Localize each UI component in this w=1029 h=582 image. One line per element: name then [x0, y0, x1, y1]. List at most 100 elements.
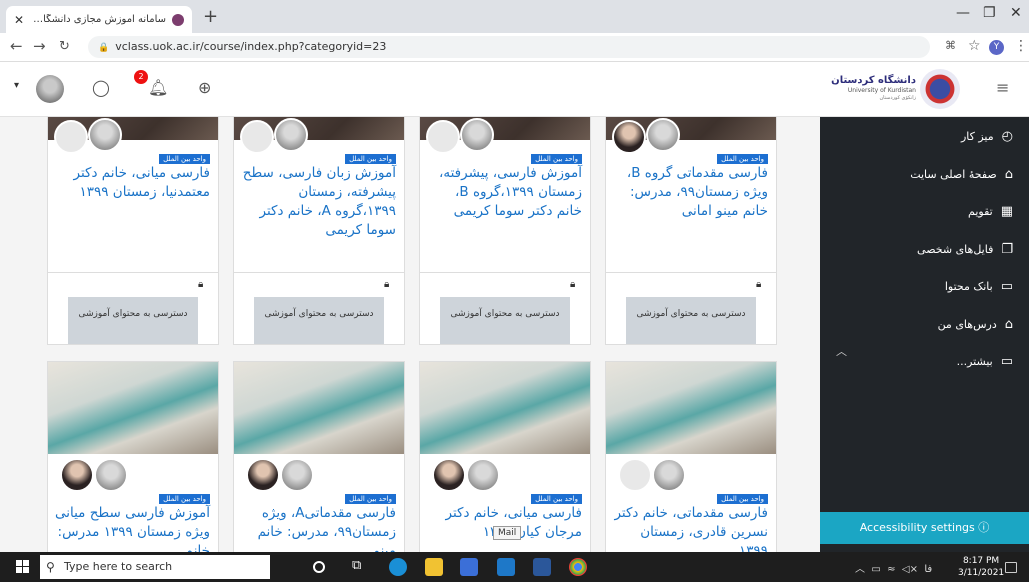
bookmark-star-icon[interactable]: ☆ — [968, 38, 981, 54]
course-card[interactable]: واحد بین الملل فارسی مقدماتی، خانم دکتر … — [605, 361, 777, 552]
university-seal-icon — [920, 69, 960, 109]
forward-icon[interactable]: → — [33, 37, 46, 55]
course-title-link[interactable]: آموزش فارسی سطح میانی ویژه زمستان ۱۳۹۹ م… — [54, 504, 210, 552]
address-toolbar: ← → ↻ 🔒 vclass.uok.ac.ir/course/index.php… — [0, 33, 1029, 62]
notifications-icon[interactable]: 🔔︎ — [148, 78, 168, 97]
user-avatar[interactable] — [36, 75, 64, 103]
course-title-link[interactable]: آموزش زبان فارسی، سطح پیشرفته، زمستان ۱۳… — [240, 164, 396, 240]
hamburger-menu-icon[interactable]: ≡ — [996, 78, 1009, 97]
windows-start-icon[interactable] — [16, 560, 29, 573]
store-icon[interactable] — [460, 558, 478, 576]
course-title-link[interactable]: فارسی مقدماتیA، ویژه زمستان۹۹، مدرس: خان… — [240, 504, 396, 552]
new-tab-button[interactable]: + — [203, 6, 218, 27]
teacher-avatar — [612, 120, 646, 154]
teacher-avatar — [646, 118, 680, 152]
sidebar-item-label: میز کار — [960, 130, 994, 143]
logo-title: دانشگاه کردستان — [831, 75, 916, 86]
word-icon[interactable] — [533, 558, 551, 576]
access-content-button[interactable]: دسترسی به محتوای آموزشی — [440, 297, 570, 344]
back-icon[interactable]: ← — [10, 37, 23, 55]
taskbar-clock[interactable]: 8:17 PM 3/11/2021 — [958, 555, 1004, 579]
task-view-icon[interactable]: ⧉ — [352, 558, 370, 576]
category-badge: واحد بین الملل — [717, 154, 768, 164]
file-explorer-icon[interactable] — [425, 558, 443, 576]
accessibility-settings-button[interactable]: Accessibility settings ⓘ — [820, 512, 1029, 544]
dashboard-icon: ◴ — [1001, 129, 1013, 144]
window-close-icon[interactable]: ✕ — [1010, 5, 1022, 21]
language-indicator[interactable]: فا — [924, 564, 932, 575]
course-card[interactable]: واحد بین الملل آموزش فارسی سطح میانی ویژ… — [47, 361, 219, 552]
padlock-icon: 🔒︎ — [756, 279, 762, 290]
restore-icon[interactable]: ❐ — [983, 5, 996, 21]
access-content-button[interactable]: دسترسی به محتوای آموزشی — [626, 297, 756, 344]
site-favicon-icon — [172, 13, 184, 26]
teacher-avatar — [94, 458, 128, 492]
site-header: ▾ ◯ 🔔︎ 2 ⊕ دانشگاه کردستان University of… — [0, 62, 1029, 117]
teacher-avatar — [54, 120, 88, 154]
minimize-icon[interactable]: — — [956, 5, 970, 21]
search-icon: ⚲ — [46, 560, 55, 574]
teacher-avatar — [618, 458, 652, 492]
system-tray[interactable]: ︿ ▭ ≈ ◁× فا — [855, 560, 932, 575]
sidebar-item-dashboard[interactable]: ◴ میز کار — [961, 129, 1013, 144]
course-image — [606, 362, 776, 454]
course-title-link[interactable]: فارسی مقدماتی گروه B، ویژه زمستان۹۹، مدر… — [612, 164, 768, 221]
course-card[interactable]: واحد بین الملل فارسی میانی، خانم دکتر مر… — [419, 361, 591, 552]
mail-icon[interactable] — [497, 558, 515, 576]
cortana-icon[interactable] — [313, 561, 325, 573]
course-card[interactable]: واحد بین الملل فارسی مقدماتیA، ویژه زمست… — [233, 361, 405, 552]
teacher-avatar — [246, 458, 280, 492]
sidebar-item-more[interactable]: ▭ بیشتر... — [957, 354, 1013, 369]
course-card[interactable]: واحد بین الملل آموزش فارسی، پیشرفته، زمس… — [419, 117, 591, 345]
url-field[interactable]: 🔒 vclass.uok.ac.ir/course/index.php?categ… — [88, 36, 930, 58]
category-badge: واحد بین الملل — [345, 154, 396, 164]
url-text: vclass.uok.ac.ir/course/index.php?catego… — [115, 40, 387, 53]
category-badge: واحد بین الملل — [531, 154, 582, 164]
taskbar-search-input[interactable]: ⚲ Type here to search — [40, 555, 270, 579]
messages-icon[interactable]: ◯ — [92, 78, 110, 97]
windows-taskbar: ⚲ Type here to search ⧉ ︿ ▭ ≈ ◁× فا 8:17… — [0, 552, 1029, 582]
chrome-icon[interactable] — [569, 558, 587, 576]
screen: { "browser": { "tab_title": "سامانه آموز… — [0, 0, 1029, 582]
sidebar-item-calendar[interactable]: ▦ تقویم — [968, 204, 1013, 219]
course-title-link[interactable]: فارسی میانی، خانم دکتر معتمدنیا، زمستان … — [54, 164, 210, 202]
sidebar-item-label: تقویم — [968, 205, 993, 218]
files-icon: ❐ — [1001, 242, 1013, 257]
reload-icon[interactable]: ↻ — [59, 39, 70, 54]
profile-avatar[interactable]: Y — [989, 40, 1004, 55]
course-footer: 🔒︎ دسترسی به محتوای آموزشی — [420, 272, 590, 344]
tab-close-icon[interactable]: ✕ — [14, 13, 24, 27]
university-logo[interactable]: دانشگاه کردستان University of Kurdistan … — [831, 69, 960, 109]
logo-subtitle: University of Kurdistan — [847, 87, 916, 94]
course-title-link[interactable]: فارسی مقدماتی، خانم دکتر نسرین قادری، زم… — [612, 504, 768, 552]
access-content-button[interactable]: دسترسی به محتوای آموزشی — [254, 297, 384, 344]
user-menu-caret-icon[interactable]: ▾ — [14, 80, 19, 91]
translate-icon[interactable]: ⌘ — [945, 39, 956, 52]
category-badge: واحد بین الملل — [717, 494, 768, 504]
padlock-icon: 🔒︎ — [384, 279, 390, 290]
edge-icon[interactable] — [389, 558, 407, 576]
sidebar-item-home[interactable]: ⌂ صفحهٔ اصلی سایت — [910, 167, 1013, 182]
action-center-icon[interactable] — [1005, 562, 1017, 573]
course-card[interactable]: واحد بین الملل فارسی میانی، خانم دکتر مع… — [47, 117, 219, 345]
course-title-link[interactable]: آموزش فارسی، پیشرفته، زمستان ۱۳۹۹،گروه B… — [426, 164, 582, 221]
course-list: واحد بین الملل فارسی میانی، خانم دکتر مع… — [0, 117, 820, 552]
graduation-cap-icon: ⌂ — [1004, 317, 1013, 332]
course-card[interactable]: واحد بین الملل فارسی مقدماتی گروه B، ویژ… — [605, 117, 777, 345]
language-globe-icon[interactable]: ⊕ — [198, 78, 211, 97]
sidebar-item-label: درس‌های من — [937, 318, 997, 331]
home-icon: ⌂ — [1004, 167, 1013, 182]
search-placeholder: Type here to search — [64, 560, 173, 573]
chevron-up-icon[interactable]: ︿ — [836, 343, 847, 359]
course-card[interactable]: واحد بین الملل آموزش زبان فارسی، سطح پیش… — [233, 117, 405, 345]
sidebar-item-my-courses[interactable]: ⌂ درس‌های من — [938, 317, 1013, 332]
content-bank-icon: ▭ — [1000, 279, 1013, 294]
sidebar-item-content-bank[interactable]: ▭ بانک محتوا — [945, 279, 1013, 294]
access-content-button[interactable]: دسترسی به محتوای آموزشی — [68, 297, 198, 344]
browser-menu-icon[interactable]: ⋮ — [1014, 38, 1028, 54]
browser-tab[interactable]: سامانه آموزش مجازی دانشگاه کردستان ✕ — [6, 6, 192, 33]
sidebar-item-label: فایل‌های شخصی — [917, 243, 994, 256]
sidebar-item-private-files[interactable]: ❐ فایل‌های شخصی — [917, 242, 1013, 257]
course-footer: 🔒︎ دسترسی به محتوای آموزشی — [48, 272, 218, 344]
folder-icon: ▭ — [1000, 354, 1013, 369]
